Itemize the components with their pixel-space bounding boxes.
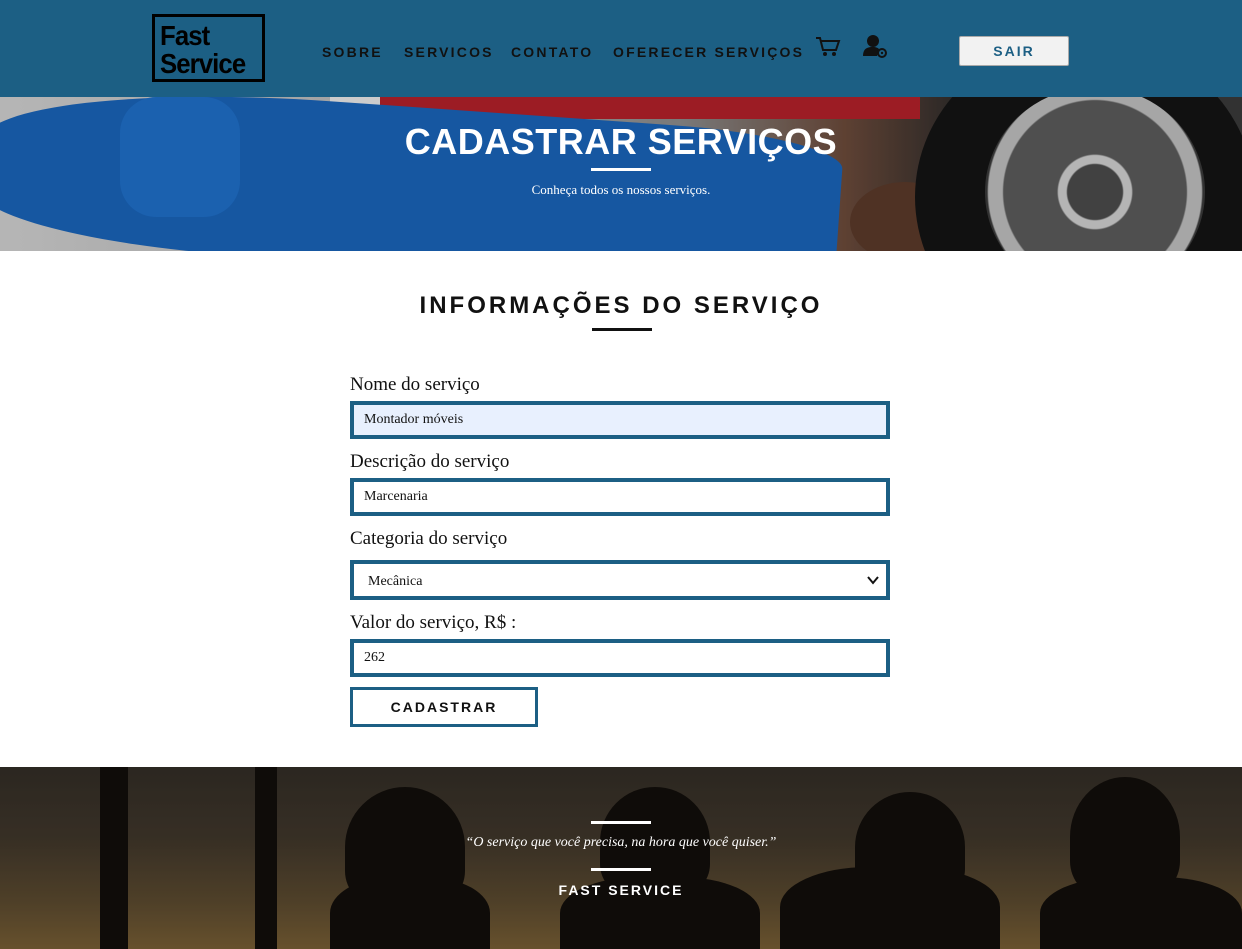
service-category-value: Mecânica [368,574,423,589]
cart-icon[interactable] [815,36,841,58]
user-settings-icon[interactable] [862,34,888,60]
nav-link-servicos[interactable]: SERVICOS [404,44,494,60]
service-name-input[interactable] [350,401,890,439]
site-logo[interactable]: Fast Service [152,14,265,82]
logout-button[interactable]: SAIR [959,36,1069,66]
service-description-label: Descrição do serviço [350,451,510,472]
submit-button[interactable]: CADASTRAR [350,687,538,727]
form-title: INFORMAÇÕES DO SERVIÇO [419,292,823,319]
hero-divider [591,168,651,171]
footer-overlay [0,767,1242,949]
nav-link-oferecer-servicos[interactable]: OFERECER SERVIÇOS [613,44,804,60]
top-header: Fast Service SOBRE SERVICOS CONTATO OFER… [0,0,1242,97]
logo-line2: Service [160,48,246,79]
footer: “O serviço que você precisa, na hora que… [0,767,1242,949]
hero-banner: CADASTRAR SERVIÇOS Conheça todos os noss… [0,97,1242,251]
footer-quote: “O serviço que você precisa, na hora que… [465,835,777,850]
nav-link-sobre[interactable]: SOBRE [322,44,383,60]
footer-brand: FAST SERVICE [558,882,684,898]
footer-divider-top [591,821,651,824]
chevron-down-icon [867,576,879,585]
service-description-input[interactable] [350,478,890,516]
hero-subtitle: Conheça todos os nossos serviços. [531,182,711,197]
service-category-select[interactable]: Mecânica [350,560,890,600]
footer-divider-bottom [591,868,651,871]
nav-link-contato[interactable]: CONTATO [511,44,593,60]
service-price-label: Valor do serviço, R$ : [350,612,517,633]
form-title-divider [592,328,652,331]
logo-line1: Fast [160,20,210,51]
hero-title: CADASTRAR SERVIÇOS [404,121,838,162]
service-category-label: Categoria do serviço [350,528,508,549]
service-price-input[interactable] [350,639,890,677]
service-name-label: Nome do serviço [350,374,480,395]
